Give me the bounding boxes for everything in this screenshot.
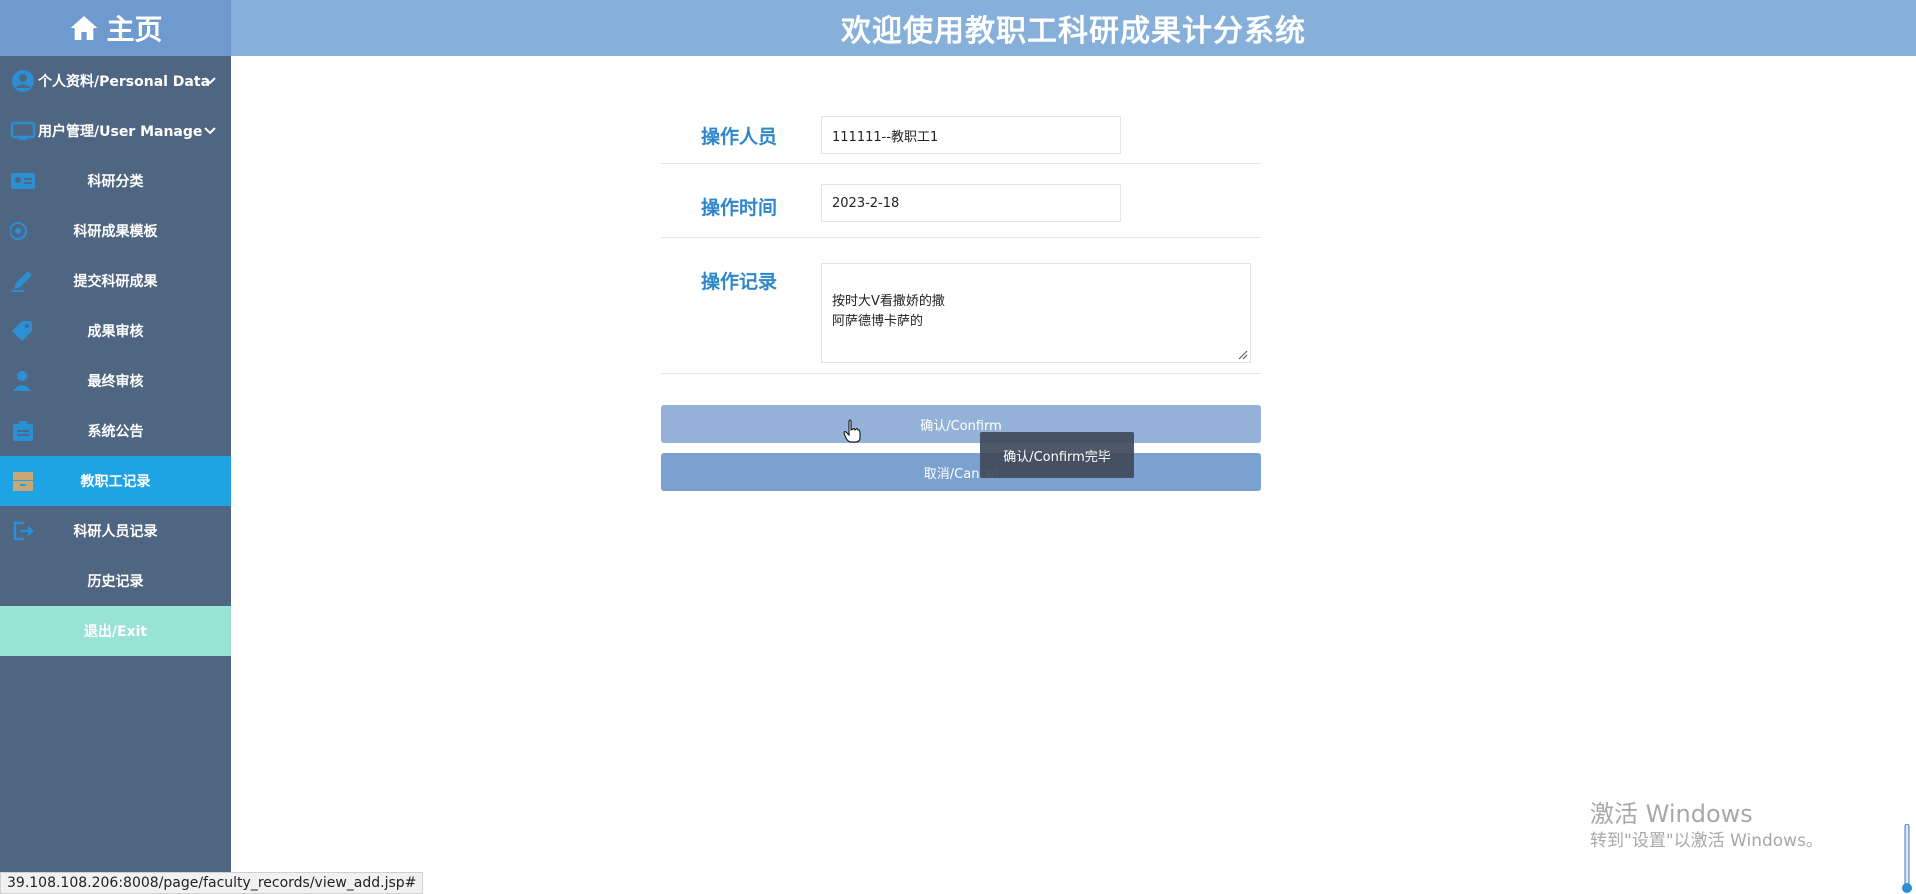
sidebar-item-label: 科研分类 bbox=[87, 174, 144, 190]
sidebar-item-label: 退出/Exit bbox=[83, 624, 148, 640]
sidebar-item-label: 教职工记录 bbox=[80, 474, 151, 490]
windows-activation-title: 激活 Windows bbox=[1590, 800, 1753, 828]
chevron-down-icon bbox=[204, 77, 216, 85]
sidebar-item-submit-research[interactable]: 提交科研成果 bbox=[0, 256, 231, 306]
chevron-down-icon bbox=[204, 127, 216, 135]
gear-icon bbox=[10, 222, 27, 240]
sidebar-item-personal-data[interactable]: 个人资料/Personal Data bbox=[0, 56, 231, 106]
home-link[interactable]: 主页 bbox=[0, 0, 231, 56]
user-circle-icon bbox=[12, 70, 34, 92]
tag-icon bbox=[12, 321, 32, 341]
sidebar-item-label: 系统公告 bbox=[87, 424, 144, 440]
sidebar-item-label: 成果审核 bbox=[87, 324, 144, 340]
cancel-button[interactable]: 取消/Cancel bbox=[661, 453, 1261, 491]
sidebar-item-label: 历史记录 bbox=[87, 574, 144, 590]
resize-grip-icon[interactable] bbox=[1238, 350, 1248, 360]
sidebar-item-faculty-records[interactable]: 教职工记录 bbox=[0, 456, 231, 506]
sidebar-item-announcement[interactable]: 系统公告 bbox=[0, 406, 231, 456]
record-textarea[interactable]: 按时大V看撒娇的撒 阿萨德博卡萨的 bbox=[821, 263, 1251, 363]
sidebar-item-history[interactable]: 历史记录 bbox=[0, 556, 231, 606]
top-header: 主页 欢迎使用教职工科研成果计分系统 bbox=[0, 0, 1916, 56]
home-label: 主页 bbox=[106, 13, 163, 46]
sidebar-item-user-manage[interactable]: 用户管理/User Manage bbox=[0, 106, 231, 156]
time-field[interactable]: 2023-2-18 bbox=[821, 184, 1121, 222]
sidebar-item-label: 科研人员记录 bbox=[73, 524, 158, 540]
hand-cursor-icon bbox=[843, 419, 861, 443]
sidebar-item-researcher-records[interactable]: 科研人员记录 bbox=[0, 506, 231, 556]
sidebar: 个人资料/Personal Data 用户管理/User Manage 科研分类… bbox=[0, 56, 231, 894]
record-form: 操作人员 111111--教职工1 操作时间 2023-2-18 操作记录 按时… bbox=[661, 108, 1261, 491]
sidebar-item-label: 最终审核 bbox=[87, 374, 144, 390]
sidebar-item-result-review[interactable]: 成果审核 bbox=[0, 306, 231, 356]
logout-icon bbox=[13, 521, 34, 541]
edit-icon bbox=[12, 271, 32, 292]
monitor-icon bbox=[10, 121, 36, 140]
confirm-button[interactable]: 确认/Confirm bbox=[661, 405, 1261, 443]
operator-label: 操作人员 bbox=[701, 126, 778, 148]
sidebar-item-research-category[interactable]: 科研分类 bbox=[0, 156, 231, 206]
page-title: 欢迎使用教职工科研成果计分系统 bbox=[841, 14, 1306, 49]
sidebar-item-label: 科研成果模板 bbox=[73, 224, 158, 240]
record-label: 操作记录 bbox=[701, 271, 778, 293]
id-card-icon bbox=[11, 173, 35, 189]
sidebar-item-label: 个人资料/Personal Data bbox=[38, 74, 211, 90]
windows-activation-hint: 转到"设置"以激活 Windows。 bbox=[1590, 831, 1823, 851]
sidebar-item-final-review[interactable]: 最终审核 bbox=[0, 356, 231, 406]
record-row: 操作记录 按时大V看撒娇的撒 阿萨德博卡萨的 bbox=[661, 238, 1261, 374]
user-check-icon bbox=[13, 371, 31, 391]
time-row: 操作时间 2023-2-18 bbox=[661, 164, 1261, 238]
operator-row: 操作人员 111111--教职工1 bbox=[661, 108, 1261, 164]
sidebar-item-exit[interactable]: 退出/Exit bbox=[0, 606, 231, 656]
confirm-toast: 确认/Confirm完毕 bbox=[980, 432, 1134, 478]
sidebar-item-label: 提交科研成果 bbox=[73, 274, 158, 290]
status-bar-url: 39.108.108.206:8008/page/faculty_records… bbox=[0, 872, 424, 894]
home-icon bbox=[71, 16, 98, 40]
time-label: 操作时间 bbox=[701, 197, 778, 219]
archive-icon bbox=[13, 472, 33, 491]
operator-field[interactable]: 111111--教职工1 bbox=[821, 116, 1121, 154]
scroll-indicator-icon bbox=[1902, 824, 1912, 893]
record-text: 按时大V看撒娇的撒 阿萨德博卡萨的 bbox=[832, 294, 945, 329]
board-icon bbox=[13, 421, 33, 441]
sidebar-item-template[interactable]: 科研成果模板 bbox=[0, 206, 231, 256]
sidebar-item-label: 用户管理/User Manage bbox=[38, 124, 203, 140]
